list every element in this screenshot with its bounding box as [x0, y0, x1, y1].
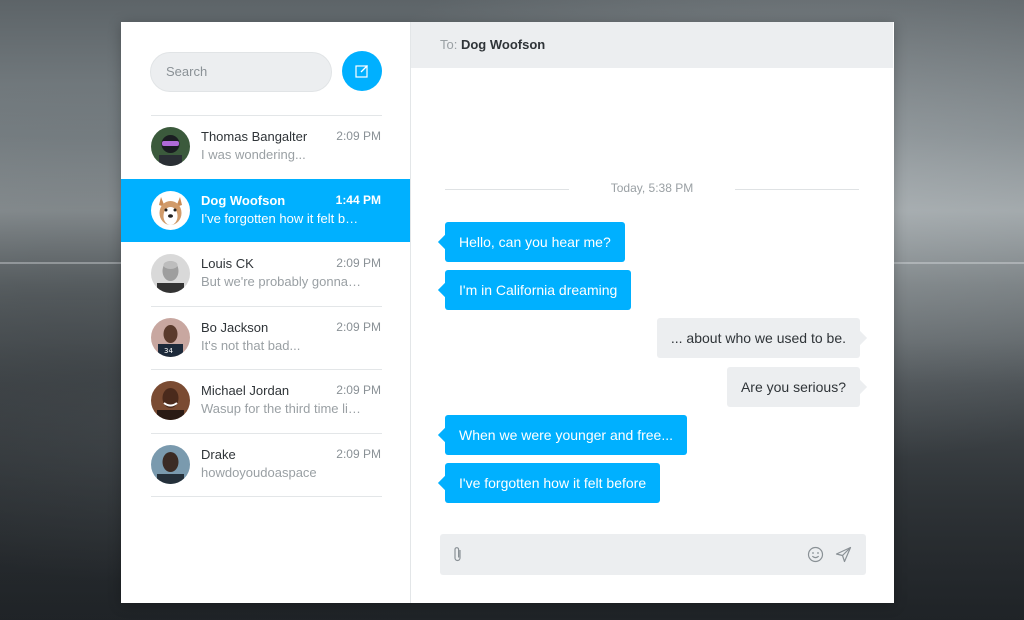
chat-panel: To: Dog Woofson Today, 5:38 PM Hello, ca…	[411, 22, 894, 603]
message-bubble-incoming: Hello, can you hear me?	[445, 222, 625, 262]
compose-button[interactable]	[342, 51, 382, 91]
search-input[interactable]: Search	[150, 52, 332, 92]
contact-time: 1:44 PM	[335, 192, 381, 207]
divider	[151, 432, 382, 434]
chat-app-window: Search Thomas Bangalter 2:09 PM I was wo…	[121, 22, 894, 603]
contact-preview: howdoyoudoaspace	[201, 464, 317, 480]
list-end-divider	[151, 496, 382, 497]
contact-time: 2:09 PM	[336, 319, 381, 334]
to-label: To:	[440, 37, 461, 52]
avatar	[151, 190, 190, 230]
compose-icon	[355, 65, 368, 78]
contact-time: 2:09 PM	[336, 129, 381, 143]
contact-preview: I was wondering...	[201, 147, 306, 162]
contact-preview: I've forgotten how it felt before	[201, 210, 363, 226]
contact-list: Thomas Bangalter 2:09 PM I was wondering…	[121, 115, 410, 497]
contact-item[interactable]: Thomas Bangalter 2:09 PM I was wondering…	[121, 115, 410, 179]
chat-header: To: Dog Woofson	[411, 22, 893, 68]
paperclip-icon[interactable]	[452, 546, 464, 568]
search-placeholder: Search	[166, 64, 208, 79]
avatar	[151, 127, 190, 166]
message-bubble-incoming: When we were younger and free...	[445, 415, 688, 455]
contact-item[interactable]: Michael Jordan 2:09 PM Wasup for the thi…	[121, 369, 410, 433]
contact-item[interactable]: Louis CK 2:09 PM But we're probably gonn…	[121, 242, 410, 306]
sidebar: Search Thomas Bangalter 2:09 PM I was wo…	[121, 22, 411, 603]
divider	[151, 305, 382, 307]
contact-name: Louis CK	[201, 256, 254, 271]
avatar: 34	[151, 317, 190, 357]
send-icon[interactable]	[835, 546, 852, 568]
contact-name: Thomas Bangalter	[201, 129, 308, 144]
message-bubble-incoming: I'm in California dreaming	[445, 270, 632, 310]
avatar	[151, 254, 190, 293]
contact-name: Bo Jackson	[201, 319, 269, 335]
contact-name: Dog Woofson	[201, 192, 286, 208]
contact-time: 2:09 PM	[336, 383, 381, 397]
contact-time: 2:09 PM	[336, 446, 381, 461]
contact-item[interactable]: Drake 2:09 PM howdoyoudoaspace	[121, 432, 410, 497]
message-bubble-outgoing: ... about who we used to be.	[656, 318, 860, 358]
contact-preview: But we're probably gonna need a new carp…	[201, 274, 363, 289]
message-bubble-incoming: I've forgotten how it felt before	[445, 463, 661, 503]
contact-name: Michael Jordan	[201, 383, 290, 398]
search-row: Search	[150, 51, 382, 92]
message-bubble-outgoing: Are you serious?	[726, 367, 860, 407]
divider	[151, 115, 382, 116]
day-separator: Today, 5:38 PM	[445, 179, 859, 199]
separator-line	[735, 189, 859, 190]
smiley-icon[interactable]	[807, 546, 824, 568]
contact-preview: Wasup for the third time like is	[201, 401, 363, 416]
divider	[151, 369, 382, 370]
svg-text:34: 34	[164, 347, 173, 355]
contact-name: Drake	[201, 446, 236, 462]
contact-item[interactable]: 34 Bo Jackson 2:09 PM It's not that bad.…	[121, 305, 410, 370]
contact-preview: It's not that bad...	[201, 337, 301, 353]
contact-time: 2:09 PM	[336, 256, 381, 270]
contact-item-active[interactable]: Dog Woofson 1:44 PM I've forgotten how i…	[121, 178, 410, 242]
avatar	[151, 381, 190, 420]
message-input[interactable]	[440, 534, 866, 575]
recipient-name[interactable]: Dog Woofson	[461, 37, 545, 52]
avatar	[151, 444, 190, 484]
day-label: Today, 5:38 PM	[610, 181, 694, 195]
